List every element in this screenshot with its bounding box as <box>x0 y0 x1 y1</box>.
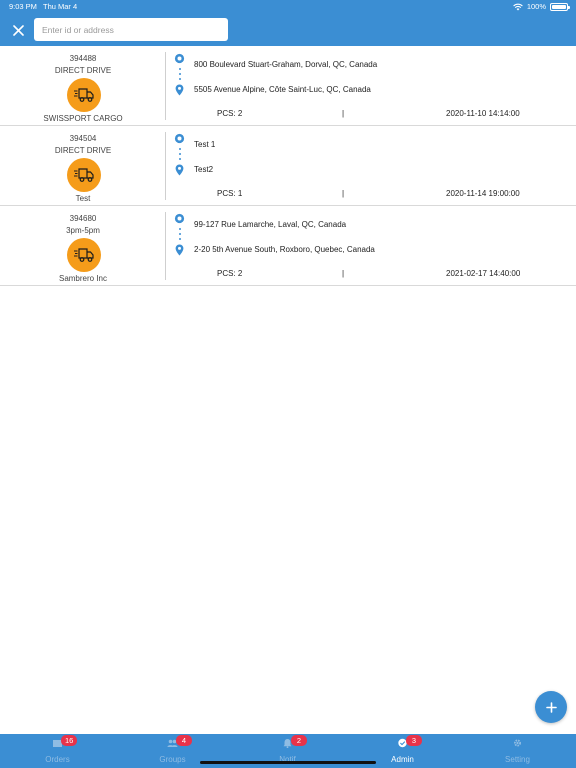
pickup-address: 99-127 Rue Lamarche, Laval, QC, Canada <box>194 220 347 229</box>
route-indicator <box>174 52 186 102</box>
order-datetime: 2020-11-10 14:14:00 <box>446 109 520 118</box>
home-indicator <box>200 761 376 764</box>
tab-badge: 2 <box>291 735 307 746</box>
route-dot <box>179 158 181 160</box>
separator: | <box>342 189 345 198</box>
order-customer: Test <box>75 194 91 203</box>
close-icon <box>12 24 24 36</box>
gear-icon <box>514 739 521 747</box>
dropoff-address: 5505 Avenue Alpine, Côte Saint-Luc, QC, … <box>194 85 371 94</box>
pieces-count: PCS: 2 <box>217 109 243 118</box>
row-divider <box>165 132 166 200</box>
route-dot <box>179 78 181 80</box>
status-bar: 9:03 PM Thu Mar 4 100% <box>0 0 576 14</box>
dropoff-address: Test2 <box>194 165 214 174</box>
dropoff-address: 2-20 5th Avenue South, Roxboro, Quebec, … <box>194 245 375 254</box>
search-input[interactable] <box>34 18 228 41</box>
tab-badge: 3 <box>406 735 422 746</box>
delivery-truck-icon <box>74 248 94 262</box>
tab-label: Orders <box>45 755 70 764</box>
route-dot <box>179 68 181 70</box>
order-summary: 394504 DIRECT DRIVE Test <box>0 126 166 206</box>
row-divider <box>165 52 166 120</box>
map-pin-icon <box>175 244 184 256</box>
order-summary: 394488 DIRECT DRIVE SWISSPORT CARGO <box>0 46 166 126</box>
pickup-icon <box>174 213 185 224</box>
pickup-address: Test 1 <box>194 140 216 149</box>
order-service: 3pm-5pm <box>66 226 100 235</box>
delivery-truck-icon <box>74 168 94 182</box>
wifi-icon <box>513 3 523 11</box>
separator: | <box>342 109 345 118</box>
order-row[interactable]: 394680 3pm-5pm Sambrero Inc 99-127 Rue L… <box>0 206 576 286</box>
order-id: 394488 <box>69 54 97 63</box>
order-service: DIRECT DRIVE <box>54 66 112 75</box>
route-dot <box>179 238 181 240</box>
order-datetime: 2021-02-17 14:40:00 <box>446 269 521 278</box>
pieces-count: PCS: 1 <box>217 189 243 198</box>
route-dot <box>179 153 181 155</box>
app-header: 9:03 PM Thu Mar 4 100% <box>0 0 576 46</box>
order-customer: SWISSPORT CARGO <box>43 114 123 123</box>
order-service: DIRECT DRIVE <box>54 146 112 155</box>
order-customer: Sambrero Inc <box>58 274 108 283</box>
plus-icon <box>545 701 557 713</box>
avatar <box>67 78 101 112</box>
route-indicator <box>174 212 186 262</box>
pickup-icon <box>174 53 185 64</box>
tab-label: Setting <box>505 755 530 764</box>
delivery-truck-icon <box>74 88 94 102</box>
order-summary: 394680 3pm-5pm Sambrero Inc <box>0 206 166 286</box>
tab-badge: 16 <box>61 735 78 746</box>
avatar <box>67 238 101 272</box>
pickup-address: 800 Boulevard Stuart-Graham, Dorval, QC,… <box>194 60 378 69</box>
map-pin-icon <box>175 164 184 176</box>
row-divider <box>165 212 166 280</box>
order-datetime: 2020-11-14 19:00:00 <box>446 189 520 198</box>
add-order-button[interactable] <box>535 691 567 723</box>
tab-orders[interactable]: 16 Orders <box>0 734 115 768</box>
route-dot <box>179 148 181 150</box>
order-id: 394680 <box>69 214 97 223</box>
pieces-count: PCS: 2 <box>217 269 243 278</box>
status-time: 9:03 PM <box>9 2 37 11</box>
close-button[interactable] <box>8 20 28 40</box>
avatar <box>67 158 101 192</box>
tab-setting[interactable]: Setting <box>460 734 575 768</box>
route-indicator <box>174 132 186 182</box>
order-row[interactable]: 394504 DIRECT DRIVE Test Test 1 Test2 PC… <box>0 126 576 206</box>
tab-badge: 4 <box>176 735 192 746</box>
status-date: Thu Mar 4 <box>43 2 78 11</box>
status-right: 100% <box>513 0 570 14</box>
separator: | <box>342 269 345 278</box>
order-row[interactable]: 394488 DIRECT DRIVE SWISSPORT CARGO 800 … <box>0 46 576 126</box>
order-list: 394488 DIRECT DRIVE SWISSPORT CARGO 800 … <box>0 46 576 286</box>
battery-icon <box>550 3 570 11</box>
map-pin-icon <box>175 84 184 96</box>
route-dot <box>179 233 181 235</box>
battery-percent: 100% <box>526 2 546 11</box>
pickup-icon <box>174 133 185 144</box>
route-dot <box>179 228 181 230</box>
route-dot <box>179 73 181 75</box>
order-id: 394504 <box>69 134 97 143</box>
